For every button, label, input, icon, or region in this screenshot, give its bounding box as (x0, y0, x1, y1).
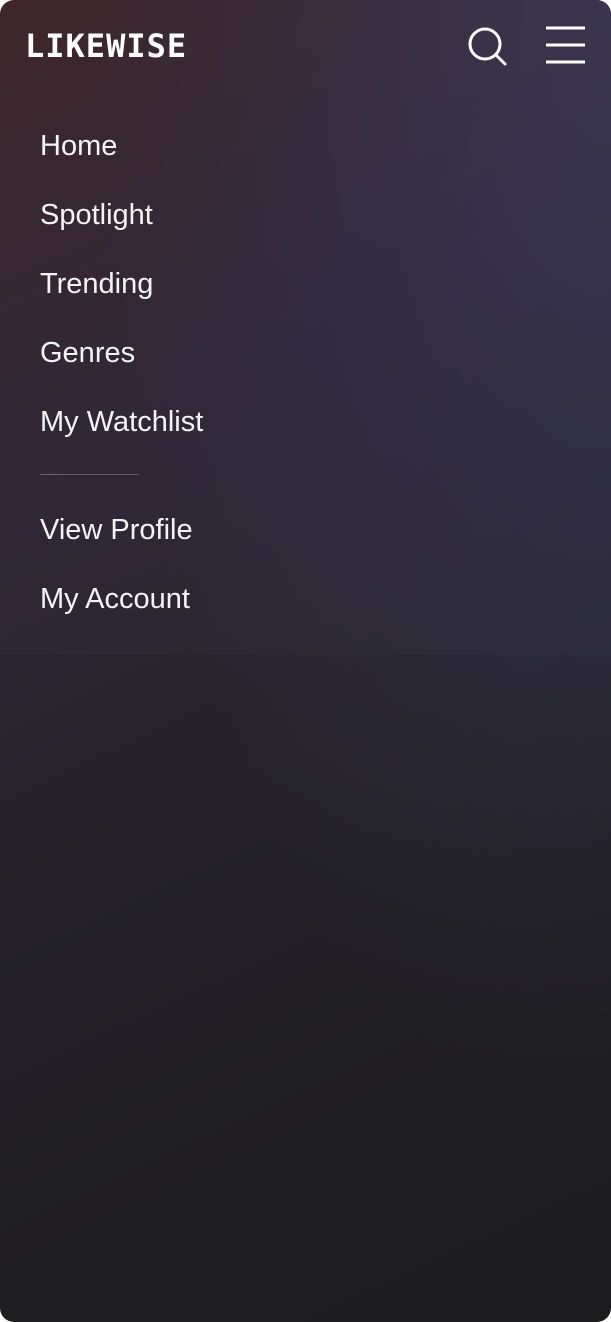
nav-item-my-watchlist[interactable]: My Watchlist (40, 388, 560, 457)
nav-item-view-profile[interactable]: View Profile (40, 496, 560, 565)
nav-item-genres[interactable]: Genres (40, 319, 560, 388)
menu-toggle-button[interactable] (542, 24, 588, 70)
account-nav: View Profile My Account (40, 496, 560, 634)
nav-divider (40, 474, 139, 475)
hamburger-menu-icon (546, 26, 585, 64)
brand-logo[interactable]: LIKEWISE (25, 26, 187, 66)
nav-item-spotlight[interactable]: Spotlight (40, 181, 560, 250)
search-button[interactable] (464, 24, 510, 70)
nav-item-my-account[interactable]: My Account (40, 565, 560, 634)
nav-item-home[interactable]: Home (40, 112, 560, 181)
header: LIKEWISE (0, 0, 611, 92)
nav-item-trending[interactable]: Trending (40, 250, 560, 319)
navigation-menu-panel: LIKEWISE Home Spotlight Trending Genres (0, 0, 611, 654)
primary-nav: Home Spotlight Trending Genres My Watchl… (40, 112, 560, 457)
search-icon (468, 27, 507, 66)
app-frame: LIKEWISE Home Spotlight Trending Genres (0, 0, 611, 1322)
